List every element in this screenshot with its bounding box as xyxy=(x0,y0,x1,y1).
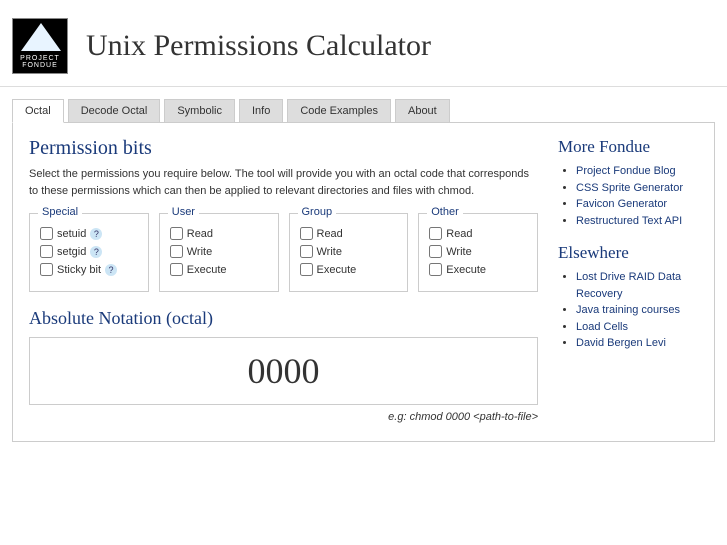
list-item: Restructured Text API xyxy=(576,213,698,230)
group-execute-checkbox[interactable] xyxy=(300,263,313,276)
permission-groups: Special setuid? setgid? Sticky bit? User… xyxy=(29,213,538,292)
group-write-row[interactable]: Write xyxy=(300,245,398,258)
permission-bits-heading: Permission bits xyxy=(29,137,538,160)
octal-display: 0000 xyxy=(29,337,538,405)
legend-group: Group xyxy=(298,206,337,218)
user-read-row[interactable]: Read xyxy=(170,227,268,240)
link-css-sprite[interactable]: CSS Sprite Generator xyxy=(576,182,683,194)
page-title: Unix Permissions Calculator xyxy=(86,29,431,63)
other-write-checkbox[interactable] xyxy=(429,245,442,258)
content: Permission bits Select the permissions y… xyxy=(12,122,715,442)
link-load-cells[interactable]: Load Cells xyxy=(576,321,628,333)
link-raid[interactable]: Lost Drive RAID Data Recovery xyxy=(576,271,681,300)
help-icon[interactable]: ? xyxy=(90,228,102,240)
legend-other: Other xyxy=(427,206,463,218)
other-read-checkbox[interactable] xyxy=(429,227,442,240)
group-execute-row[interactable]: Execute xyxy=(300,263,398,276)
absolute-notation-heading: Absolute Notation (octal) xyxy=(29,308,538,329)
tab-octal[interactable]: Octal xyxy=(12,99,64,123)
list-item: David Bergen Levi xyxy=(576,335,698,352)
example-text: e.g: chmod 0000 <path-to-file> xyxy=(29,411,538,423)
elsewhere-heading: Elsewhere xyxy=(558,243,698,263)
link-blog[interactable]: Project Fondue Blog xyxy=(576,165,676,177)
tab-info[interactable]: Info xyxy=(239,99,283,122)
list-item: Lost Drive RAID Data Recovery xyxy=(576,269,698,302)
main-panel: Permission bits Select the permissions y… xyxy=(29,137,558,423)
elsewhere-list: Lost Drive RAID Data Recovery Java train… xyxy=(558,269,698,352)
legend-special: Special xyxy=(38,206,82,218)
tab-code-examples[interactable]: Code Examples xyxy=(287,99,391,122)
sidebar: More Fondue Project Fondue Blog CSS Spri… xyxy=(558,137,698,423)
list-item: Project Fondue Blog xyxy=(576,163,698,180)
logo[interactable]: PROJECT FONDUE xyxy=(12,18,68,74)
other-write-row[interactable]: Write xyxy=(429,245,527,258)
help-icon[interactable]: ? xyxy=(105,264,117,276)
tab-decode-octal[interactable]: Decode Octal xyxy=(68,99,161,122)
list-item: Load Cells xyxy=(576,319,698,336)
mountain-icon xyxy=(21,23,61,51)
group-write-checkbox[interactable] xyxy=(300,245,313,258)
setgid-row[interactable]: setgid? xyxy=(40,245,138,258)
group-user: User Read Write Execute xyxy=(159,213,279,292)
tabs: Octal Decode Octal Symbolic Info Code Ex… xyxy=(0,87,727,122)
sticky-row[interactable]: Sticky bit? xyxy=(40,263,138,276)
user-write-row[interactable]: Write xyxy=(170,245,268,258)
tab-about[interactable]: About xyxy=(395,99,450,122)
other-read-row[interactable]: Read xyxy=(429,227,527,240)
setgid-checkbox[interactable] xyxy=(40,245,53,258)
link-rst-api[interactable]: Restructured Text API xyxy=(576,215,682,227)
more-fondue-list: Project Fondue Blog CSS Sprite Generator… xyxy=(558,163,698,229)
user-execute-row[interactable]: Execute xyxy=(170,263,268,276)
intro-text: Select the permissions you require below… xyxy=(29,166,538,199)
tab-symbolic[interactable]: Symbolic xyxy=(164,99,235,122)
link-bergen-levi[interactable]: David Bergen Levi xyxy=(576,337,666,349)
link-favicon[interactable]: Favicon Generator xyxy=(576,198,667,210)
legend-user: User xyxy=(168,206,199,218)
sticky-label: Sticky bit xyxy=(57,264,101,276)
more-fondue-heading: More Fondue xyxy=(558,137,698,157)
group-group: Group Read Write Execute xyxy=(289,213,409,292)
other-execute-checkbox[interactable] xyxy=(429,263,442,276)
group-read-checkbox[interactable] xyxy=(300,227,313,240)
setuid-checkbox[interactable] xyxy=(40,227,53,240)
user-read-checkbox[interactable] xyxy=(170,227,183,240)
link-java[interactable]: Java training courses xyxy=(576,304,680,316)
list-item: Favicon Generator xyxy=(576,196,698,213)
group-other: Other Read Write Execute xyxy=(418,213,538,292)
header: PROJECT FONDUE Unix Permissions Calculat… xyxy=(0,0,727,87)
setuid-label: setuid xyxy=(57,228,86,240)
list-item: CSS Sprite Generator xyxy=(576,180,698,197)
list-item: Java training courses xyxy=(576,302,698,319)
help-icon[interactable]: ? xyxy=(90,246,102,258)
group-read-row[interactable]: Read xyxy=(300,227,398,240)
logo-text: PROJECT FONDUE xyxy=(20,55,60,73)
sticky-checkbox[interactable] xyxy=(40,263,53,276)
other-execute-row[interactable]: Execute xyxy=(429,263,527,276)
setuid-row[interactable]: setuid? xyxy=(40,227,138,240)
setgid-label: setgid xyxy=(57,246,86,258)
user-execute-checkbox[interactable] xyxy=(170,263,183,276)
group-special: Special setuid? setgid? Sticky bit? xyxy=(29,213,149,292)
user-write-checkbox[interactable] xyxy=(170,245,183,258)
